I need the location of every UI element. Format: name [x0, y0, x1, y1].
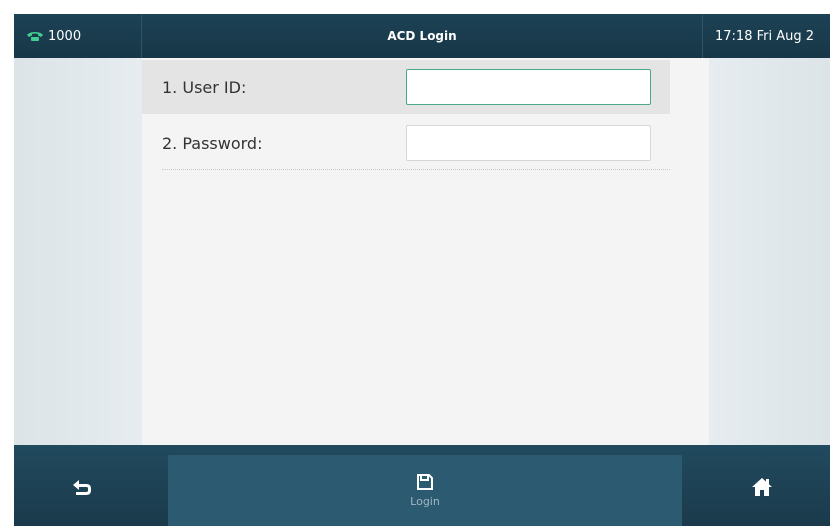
phone-handset-icon	[27, 32, 43, 41]
user-id-row[interactable]: 1. User ID:	[142, 60, 670, 114]
softkey-bar: Login	[14, 445, 830, 526]
home-button[interactable]	[732, 465, 792, 509]
back-arrow-icon	[73, 480, 91, 495]
back-button[interactable]	[52, 465, 112, 509]
login-form: 1. User ID: 2. Password:	[142, 58, 709, 445]
row-divider	[162, 169, 670, 170]
status-bar: 1000 ACD Login 17:18 Fri Aug 2	[14, 14, 830, 58]
user-id-label: 1. User ID:	[162, 77, 247, 97]
login-button[interactable]: Login	[168, 455, 682, 526]
datetime: 17:18 Fri Aug 2	[702, 14, 830, 58]
password-label: 2. Password:	[162, 133, 263, 153]
screen-title: ACD Login	[387, 29, 457, 43]
password-input[interactable]	[406, 125, 651, 161]
phone-screen: 1000 ACD Login 17:18 Fri Aug 2 1. User I…	[14, 14, 830, 526]
password-row[interactable]: 2. Password:	[142, 116, 670, 170]
login-label: Login	[410, 495, 440, 508]
save-icon	[417, 474, 433, 490]
right-panel	[709, 58, 830, 445]
line-number: 1000	[48, 28, 82, 44]
user-id-input[interactable]	[406, 69, 651, 105]
home-icon	[752, 478, 772, 496]
left-panel	[14, 58, 142, 445]
line-indicator[interactable]: 1000	[14, 14, 142, 58]
